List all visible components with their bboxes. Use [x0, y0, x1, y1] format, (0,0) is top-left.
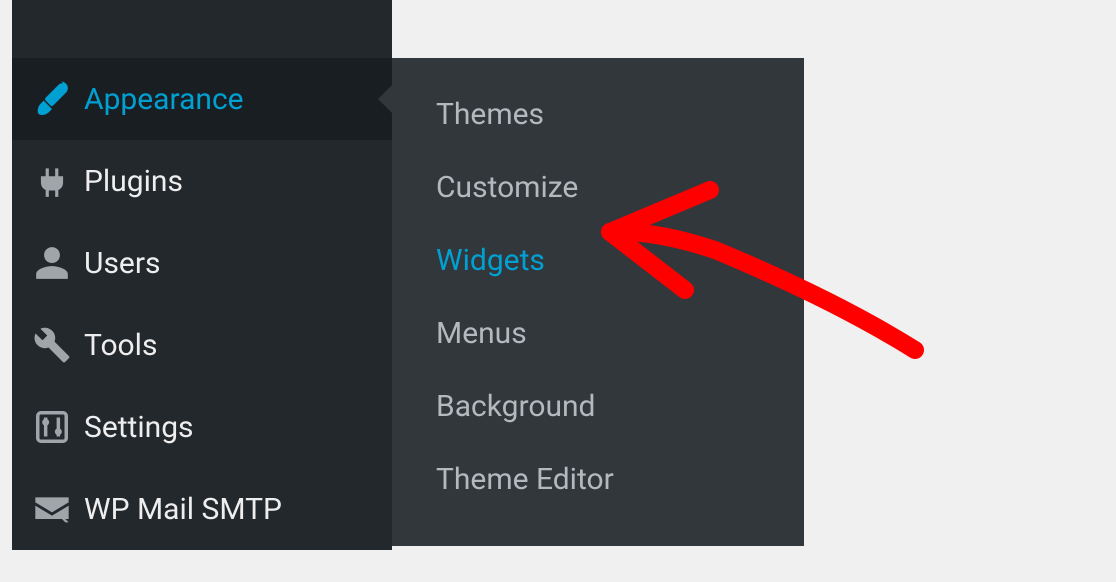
sidebar-item-appearance[interactable]: Appearance: [12, 58, 392, 140]
sliders-icon: [30, 405, 74, 449]
submenu-item-label: Theme Editor: [436, 462, 614, 497]
sidebar-item-settings[interactable]: Settings: [12, 386, 392, 468]
sidebar-item-label: Plugins: [84, 164, 183, 199]
submenu-item-label: Themes: [436, 97, 544, 132]
appearance-submenu: Themes Customize Widgets Menus Backgroun…: [392, 58, 804, 546]
paintbrush-icon: [30, 77, 74, 121]
plug-icon: [30, 159, 74, 203]
sidebar-item-label: Settings: [84, 410, 194, 445]
sidebar-item-plugins[interactable]: Plugins: [12, 140, 392, 222]
mail-icon: [30, 487, 74, 531]
wrench-icon: [30, 323, 74, 367]
sidebar-item-tools[interactable]: Tools: [12, 304, 392, 386]
sidebar-item-label: Appearance: [84, 82, 244, 117]
submenu-item-widgets[interactable]: Widgets: [392, 224, 804, 297]
submenu-item-theme-editor[interactable]: Theme Editor: [392, 443, 804, 516]
submenu-item-label: Menus: [436, 316, 527, 351]
admin-sidebar: Appearance Plugins Users Tools: [12, 0, 392, 550]
sidebar-item-label: Users: [84, 246, 161, 281]
sidebar-item-label: Tools: [84, 328, 157, 363]
user-icon: [30, 241, 74, 285]
submenu-item-label: Customize: [436, 170, 578, 205]
sidebar-item-users[interactable]: Users: [12, 222, 392, 304]
sidebar-item-wp-mail-smtp[interactable]: WP Mail SMTP: [12, 468, 392, 550]
submenu-item-customize[interactable]: Customize: [392, 151, 804, 224]
submenu-item-label: Background: [436, 389, 595, 424]
submenu-item-background[interactable]: Background: [392, 370, 804, 443]
submenu-item-menus[interactable]: Menus: [392, 297, 804, 370]
submenu-item-themes[interactable]: Themes: [392, 78, 804, 151]
submenu-item-label: Widgets: [436, 243, 545, 278]
sidebar-item-label: WP Mail SMTP: [84, 492, 282, 527]
